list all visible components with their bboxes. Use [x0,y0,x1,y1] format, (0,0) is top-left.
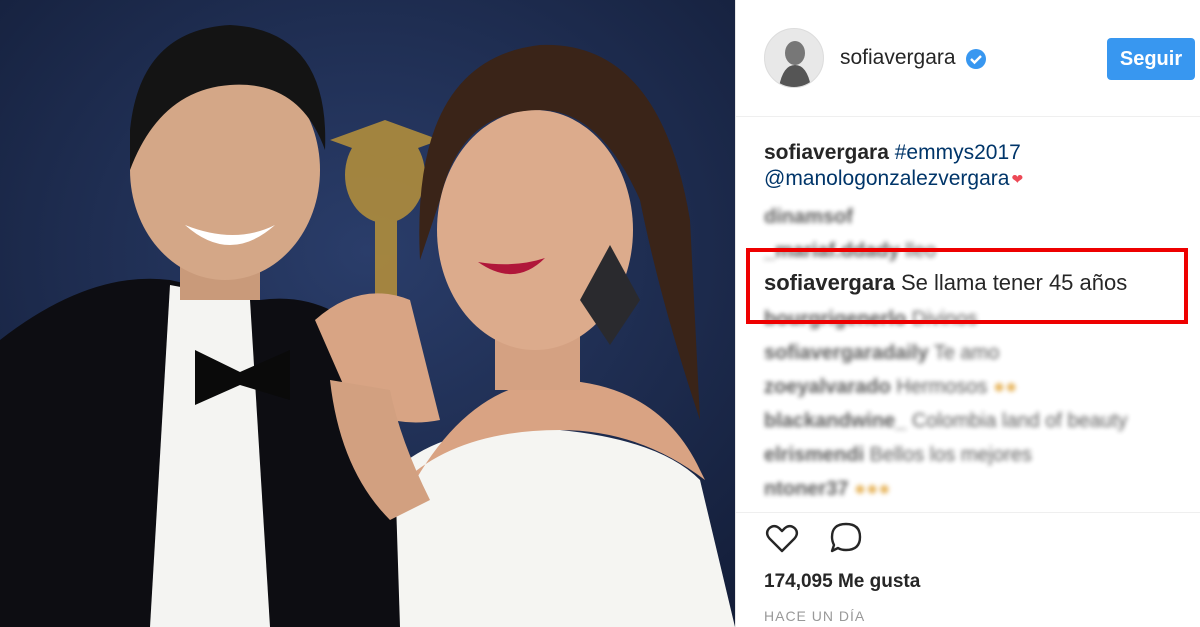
list-item: elrismendi Bellos los mejores [764,444,1032,466]
avatar-image [765,29,823,87]
list-item: sofiavergaradaily Te amo [764,342,1000,364]
list-item: zoeyalvarado Hermosos ●● [764,376,1018,398]
like-heart-icon[interactable] [764,520,800,556]
caption-username[interactable]: sofiavergara [764,141,889,164]
highlight-box [746,248,1188,324]
username[interactable]: sofiavergara [840,46,956,70]
caption-mention[interactable]: @manologonzalezvergara [764,167,1009,190]
heart-emoji-icon: ❤ [1011,171,1024,187]
list-item: dinamsof [764,206,853,228]
comment-bubble-icon[interactable] [828,520,864,556]
post-header: sofiavergara Seguir [736,0,1200,117]
caption-mention-line: @manologonzalezvergara ❤ [764,166,1023,192]
caption-hashtag[interactable]: #emmys2017 [895,141,1021,164]
post-details-panel: sofiavergara Seguir sofiavergara #emmys2… [735,0,1200,627]
like-count[interactable]: 174,095 Me gusta [764,571,920,593]
post-photo[interactable] [0,0,735,627]
avatar[interactable] [764,28,824,88]
post-timestamp: HACE UN DÍA [764,608,866,624]
list-item: blackandwine_ Colombia land of beauty [764,410,1128,432]
post-caption: sofiavergara #emmys2017 [764,140,1021,166]
list-item: ntoner37 ●●● [764,478,891,500]
divider [736,512,1200,513]
verified-badge-icon [965,48,987,70]
follow-button[interactable]: Seguir [1107,38,1195,80]
post-image [0,0,735,627]
post-actions [764,520,888,558]
comment-list: dinamsof _mariaf.ddady lleo bourgrigener… [764,200,1184,506]
